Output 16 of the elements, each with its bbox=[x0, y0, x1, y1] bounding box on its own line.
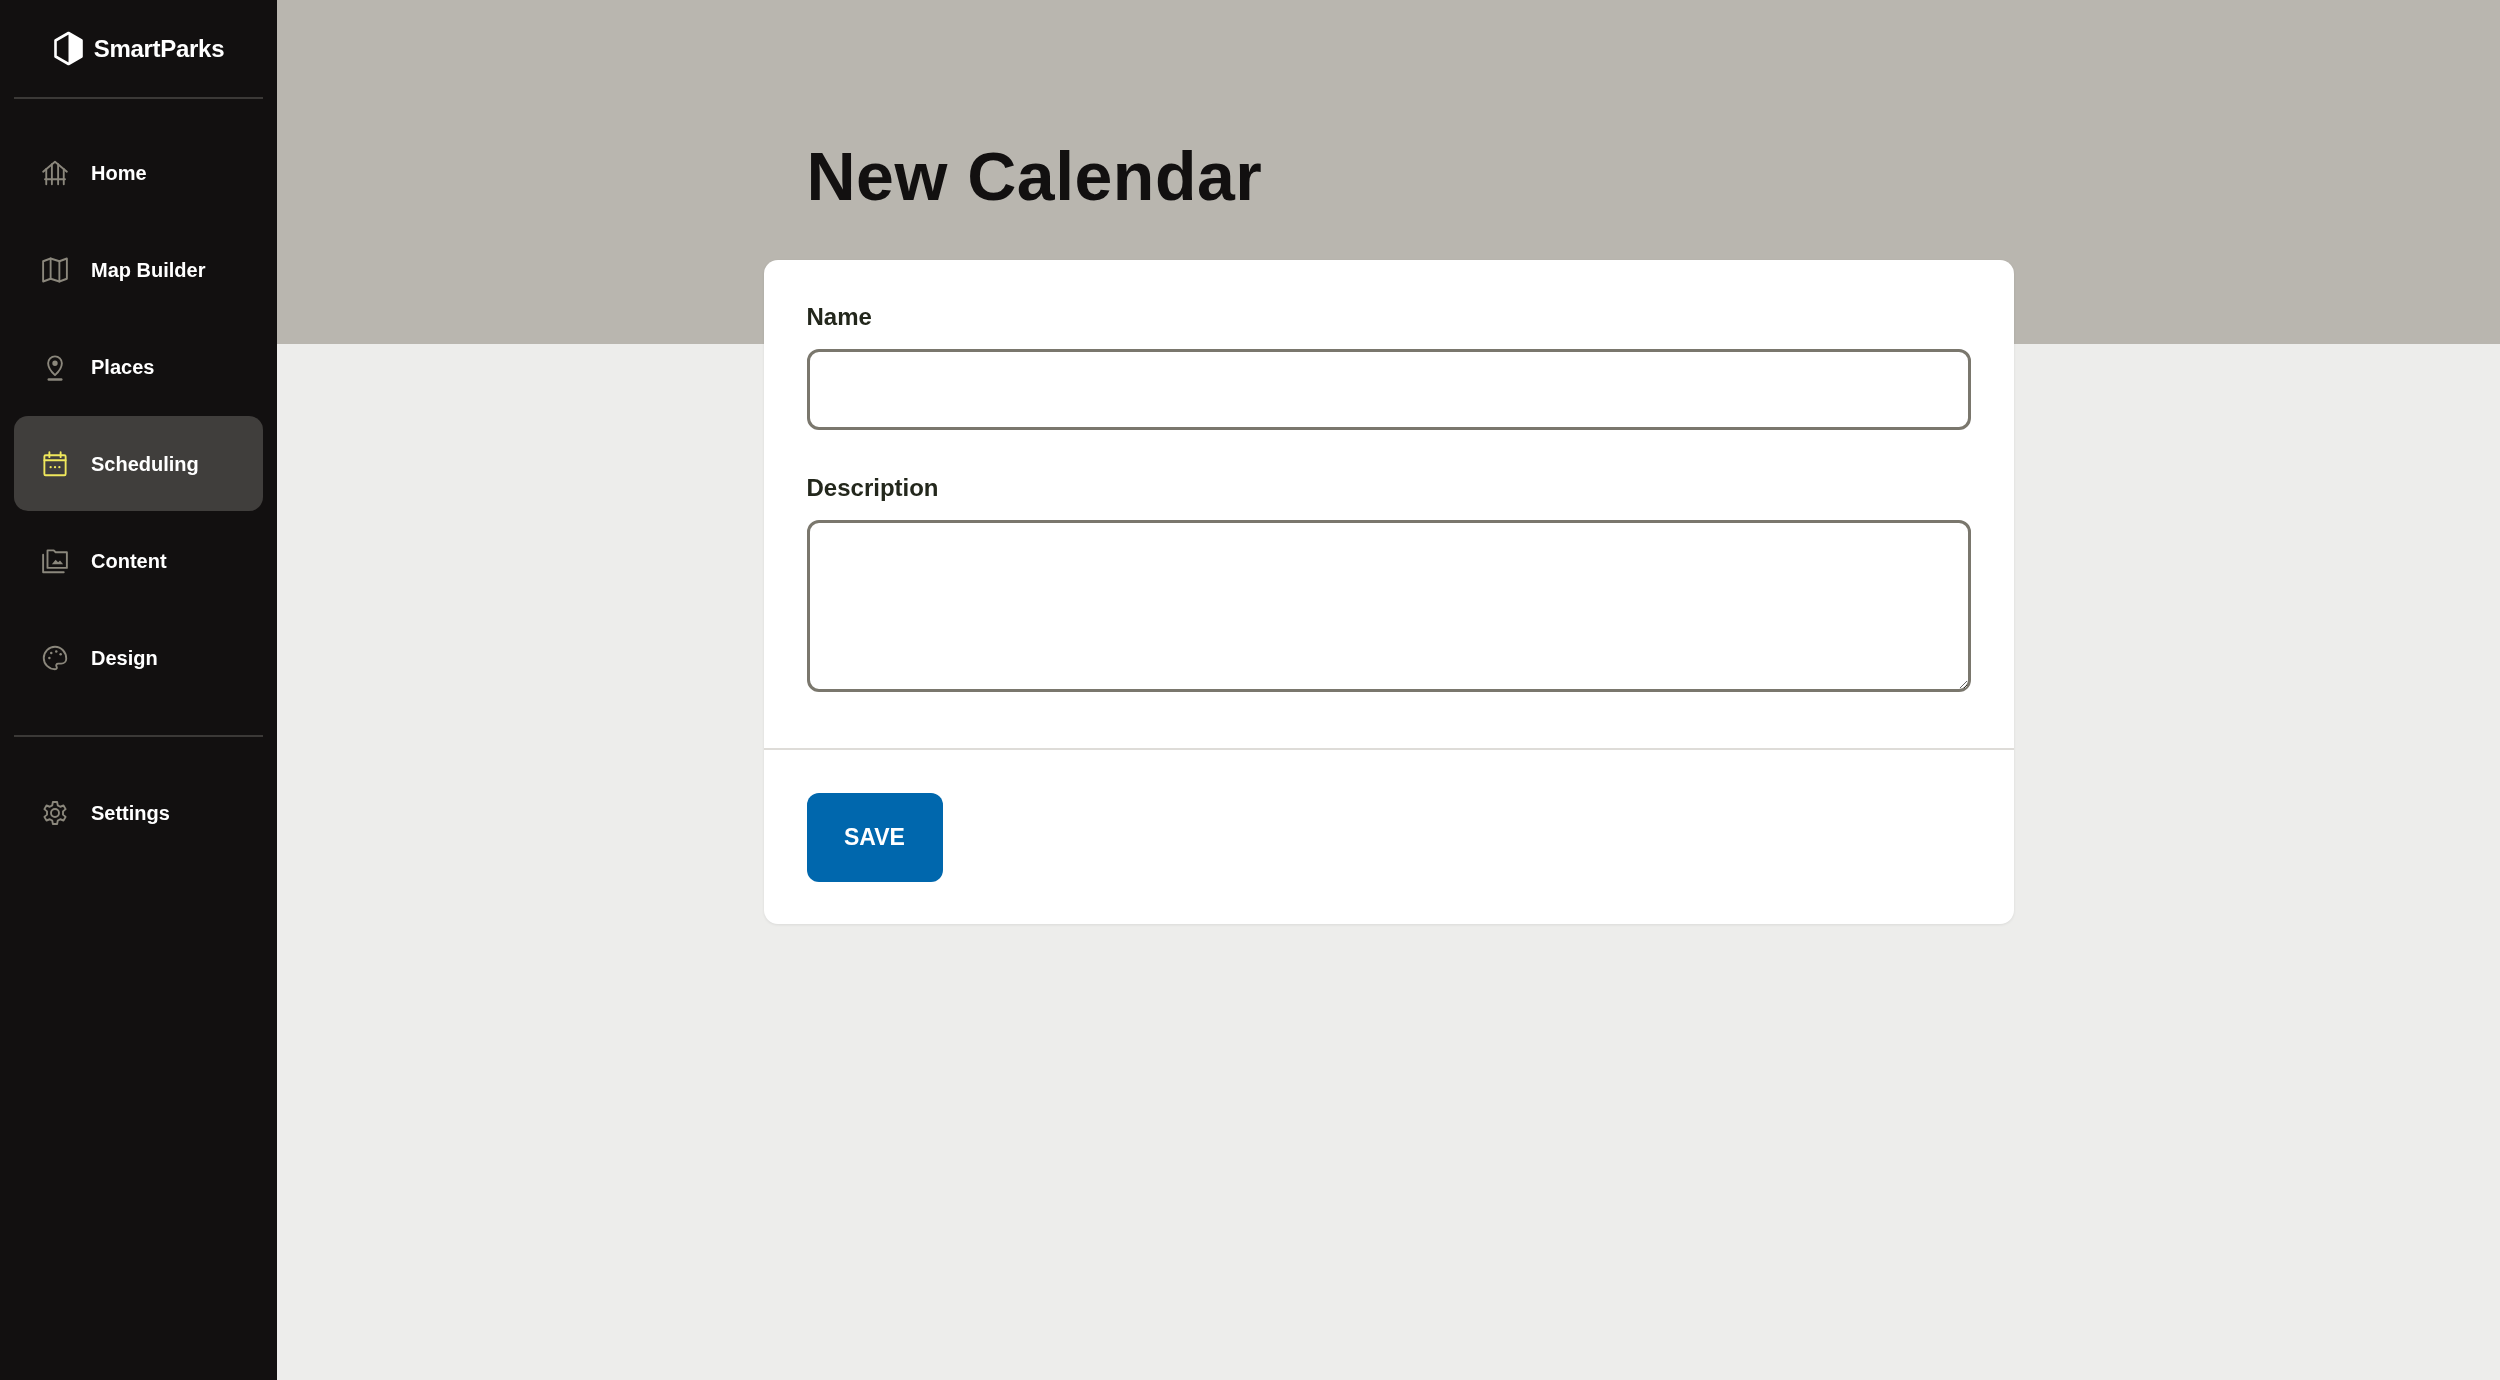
nav-item[interactable]: Settings bbox=[14, 765, 263, 860]
text-input[interactable] bbox=[806, 349, 1971, 430]
nav-item[interactable]: Home bbox=[14, 125, 263, 220]
nav-item[interactable]: Content bbox=[14, 513, 263, 608]
brand-name: SmartParks bbox=[93, 33, 225, 64]
save-button[interactable]: SAVE bbox=[806, 793, 943, 882]
field-label: Description bbox=[806, 473, 939, 503]
logo-icon bbox=[52, 31, 84, 66]
text-area[interactable] bbox=[806, 520, 1971, 692]
page-title: New Calendar bbox=[806, 140, 1263, 212]
nav-item[interactable]: Map Builder bbox=[14, 222, 263, 317]
field-label: Name bbox=[806, 302, 872, 332]
calendar-icon bbox=[40, 448, 70, 479]
nav-item[interactable]: Places bbox=[14, 319, 263, 414]
nav-item[interactable]: Scheduling bbox=[14, 416, 263, 511]
nav-item[interactable]: Design bbox=[14, 610, 263, 705]
